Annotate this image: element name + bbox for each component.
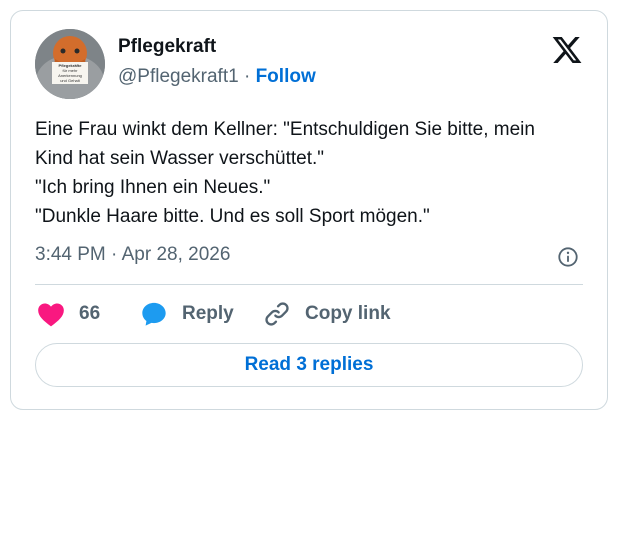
tweet-text-line: "Dunkle Haare bitte. Und es soll Sport m… — [35, 206, 430, 227]
avatar-sign: Pflegekräfte für mehr Anerkennung und Ge… — [58, 63, 82, 83]
separator-dot: · — [238, 66, 256, 87]
author-name[interactable]: Pflegekraft — [118, 36, 216, 58]
like-button[interactable]: 66 — [37, 298, 100, 330]
author-handle[interactable]: @Pflegekraft1 — [118, 66, 239, 87]
like-count: 66 — [79, 303, 101, 324]
reply-bubble-icon — [142, 302, 166, 326]
follow-button[interactable]: Follow — [256, 66, 316, 87]
info-icon[interactable] — [557, 246, 579, 268]
link-icon — [265, 302, 289, 326]
x-logo-icon[interactable] — [551, 34, 583, 66]
tweet-text-line: "Ich bring Ihnen ein Neues." — [35, 177, 271, 198]
tweet-text-line: Eine Frau winkt dem Kellner: "Entschuldi… — [35, 119, 535, 140]
copy-link-label: Copy link — [305, 303, 391, 324]
read-replies-label: Read 3 replies — [244, 354, 374, 375]
divider — [35, 284, 583, 285]
copy-link-button[interactable]: Copy link — [263, 298, 391, 330]
timestamp[interactable]: 3:44 PM · Apr 28, 2026 — [35, 244, 230, 266]
reply-button[interactable]: Reply — [140, 298, 234, 330]
tweet-card: Pflegekräfte für mehr Anerkennung und Ge… — [10, 10, 608, 410]
tweet-text-line: Kind hat sein Wasser verschüttet." — [35, 148, 325, 169]
reply-label: Reply — [182, 303, 234, 324]
handle-row: @Pflegekraft1 · Follow — [118, 66, 316, 88]
tweet-text: Eine Frau winkt dem Kellner: "Entschuldi… — [35, 115, 595, 231]
heart-icon — [38, 303, 64, 327]
read-replies-button[interactable]: Read 3 replies — [35, 343, 583, 387]
avatar[interactable]: Pflegekräfte für mehr Anerkennung und Ge… — [35, 29, 105, 99]
